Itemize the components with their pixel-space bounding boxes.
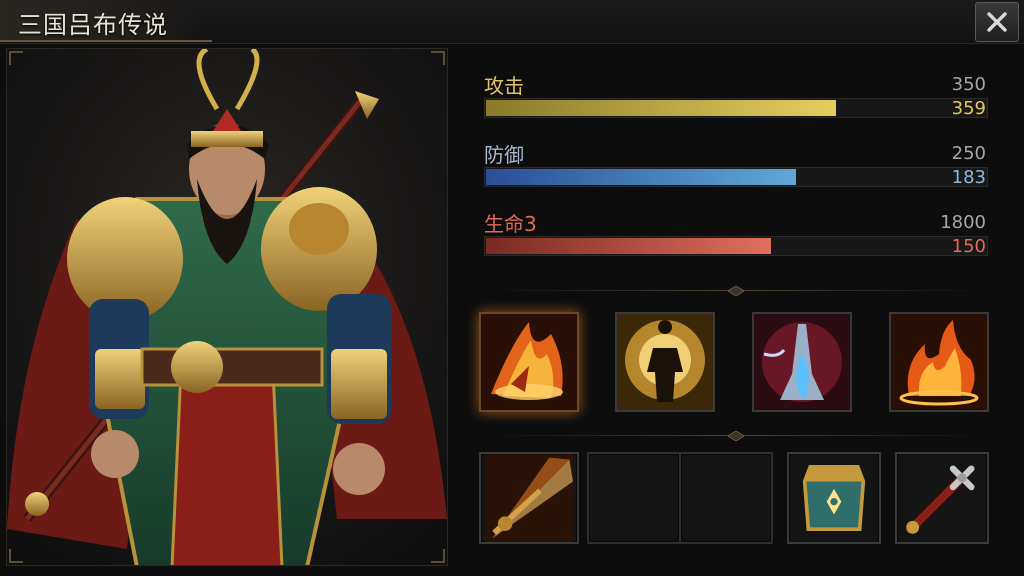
- equipment-slot-2[interactable]: [587, 452, 681, 544]
- section-divider: [484, 286, 988, 296]
- stat-bar-track: [484, 236, 988, 256]
- stat-current-value: 150: [951, 236, 986, 257]
- window-title: 三国吕布传说: [18, 11, 168, 39]
- stat-label: 防御: [484, 143, 524, 167]
- frame-corner: [9, 549, 23, 563]
- skill-slot-3[interactable]: [752, 312, 852, 412]
- golden-aura-warrior-icon: [617, 314, 713, 410]
- close-icon: [987, 12, 1007, 32]
- divider-ornament-icon: [728, 431, 744, 441]
- fire-slash-icon: [481, 314, 577, 410]
- defense-bar-fill: [486, 169, 796, 185]
- stat-current-value: 183: [951, 167, 986, 188]
- stat-health: 生命3 1800 150: [484, 208, 988, 258]
- skill-slot-4[interactable]: [889, 312, 989, 412]
- equipment-slot-3[interactable]: [679, 452, 773, 544]
- stat-max-value: 250: [951, 143, 986, 164]
- equipment-slot-1[interactable]: [479, 452, 579, 544]
- red-halberd-icon: [898, 454, 986, 542]
- spear-thrust-icon: [485, 454, 573, 542]
- flame-burst-icon: [891, 314, 987, 410]
- frame-corner: [431, 549, 445, 563]
- stat-max-value: 350: [951, 74, 986, 95]
- stat-defense: 防御 250 183: [484, 139, 988, 189]
- stat-bar-track: [484, 98, 988, 118]
- jade-armor-chest-icon: [790, 454, 878, 542]
- skill-slot-1[interactable]: [479, 312, 579, 412]
- title-tab: 三国吕布传说: [0, 0, 212, 42]
- stat-current-value: 359: [951, 98, 986, 119]
- frame-corner: [9, 51, 23, 65]
- blue-flame-rider-icon: [754, 314, 850, 410]
- hero-portrait: [6, 48, 448, 566]
- attack-bar-fill: [486, 100, 836, 116]
- title-bar: 三国吕布传说: [0, 0, 1024, 44]
- stat-bar-track: [484, 167, 988, 187]
- frame-corner: [431, 51, 445, 65]
- hero-warrior-illustration: [7, 49, 447, 565]
- close-button[interactable]: [975, 2, 1019, 42]
- stat-label: 生命3: [484, 212, 537, 236]
- divider-ornament-icon: [728, 286, 744, 296]
- stat-max-value: 1800: [940, 212, 986, 233]
- section-divider: [484, 431, 988, 441]
- stat-attack: 攻击 350 359: [484, 70, 988, 120]
- health-bar-fill: [486, 238, 771, 254]
- skill-slot-2[interactable]: [615, 312, 715, 412]
- stat-label: 攻击: [484, 74, 524, 98]
- equipment-slot-4[interactable]: [787, 452, 881, 544]
- equipment-slot-5[interactable]: [895, 452, 989, 544]
